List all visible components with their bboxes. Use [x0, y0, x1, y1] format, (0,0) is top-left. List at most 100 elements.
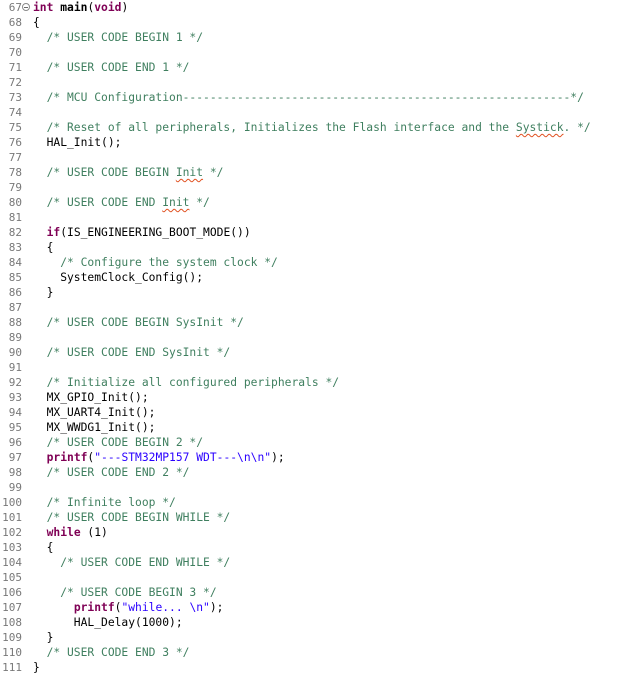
comment-token: /* USER CODE BEGIN WHILE */ [33, 511, 231, 524]
line-number: 83 [8, 241, 22, 254]
code-token: main [60, 1, 88, 14]
code-text: /* MCU Configuration--------------------… [33, 90, 584, 105]
code-line[interactable]: 100 /* Infinite loop */ [0, 495, 628, 510]
comment-token: */ [189, 196, 210, 209]
code-token: MX_GPIO_Init(); [33, 391, 149, 404]
code-line[interactable]: 98 /* USER CODE END 2 */ [0, 465, 628, 480]
spelling-error-token: Systick [515, 121, 564, 134]
code-text: /* USER CODE BEGIN SysInit */ [33, 315, 244, 330]
code-text: /* USER CODE END 1 */ [33, 60, 190, 75]
code-line[interactable]: 78 /* USER CODE BEGIN Init */ [0, 165, 628, 180]
code-line[interactable]: 80 /* USER CODE END Init */ [0, 195, 628, 210]
line-number: 98 [8, 466, 22, 479]
line-number: 89 [8, 331, 22, 344]
code-line[interactable]: 106 /* USER CODE BEGIN 3 */ [0, 585, 628, 600]
code-text: HAL_Delay(1000); [33, 615, 183, 630]
code-line[interactable]: 89 [0, 330, 628, 345]
line-number: 79 [8, 181, 22, 194]
line-number: 97 [8, 451, 22, 464]
keyword-token: printf [73, 601, 115, 614]
code-line[interactable]: 88 /* USER CODE BEGIN SysInit */ [0, 315, 628, 330]
line-number: 95 [8, 421, 22, 434]
code-line[interactable]: 69 /* USER CODE BEGIN 1 */ [0, 30, 628, 45]
line-number: 69 [8, 31, 22, 44]
code-line[interactable]: 84 /* Configure the system clock */ [0, 255, 628, 270]
comment-token: /* USER CODE BEGIN 3 */ [33, 586, 217, 599]
code-text: HAL_Init(); [33, 135, 122, 150]
code-line[interactable]: 76 HAL_Init(); [0, 135, 628, 150]
code-line[interactable]: 74 [0, 105, 628, 120]
code-line[interactable]: 93 MX_GPIO_Init(); [0, 390, 628, 405]
line-number: 92 [8, 376, 22, 389]
line-number: 90 [8, 346, 22, 359]
code-editor[interactable]: 67 int main(void) 68 {69 /* USER CODE BEGIN… [0, 0, 628, 678]
code-line[interactable]: 71 /* USER CODE END 1 */ [0, 60, 628, 75]
code-line[interactable]: 101 /* USER CODE BEGIN WHILE */ [0, 510, 628, 525]
code-line[interactable]: 68 { [0, 15, 628, 30]
code-line[interactable]: 83 { [0, 240, 628, 255]
code-line[interactable]: 109 } [0, 630, 628, 645]
line-number: 74 [8, 106, 22, 119]
code-line[interactable]: 72 [0, 75, 628, 90]
comment-token: /* USER CODE BEGIN 1 */ [33, 31, 204, 44]
code-line[interactable]: 75 /* Reset of all peripherals, Initiali… [0, 120, 628, 135]
code-token: { [33, 241, 54, 254]
line-number: 71 [8, 61, 22, 74]
line-number: 101 [2, 511, 22, 524]
code-line[interactable]: 108 HAL_Delay(1000); [0, 615, 628, 630]
code-line[interactable]: 81 [0, 210, 628, 225]
line-number: 88 [8, 316, 22, 329]
line-number: 110 [2, 646, 22, 659]
comment-token: /* USER CODE BEGIN SysInit */ [33, 316, 244, 329]
code-line[interactable]: 92 /* Initialize all configured peripher… [0, 375, 628, 390]
code-line[interactable]: 90 /* USER CODE END SysInit */ [0, 345, 628, 360]
line-number: 68 [8, 16, 22, 29]
code-text: MX_GPIO_Init(); [33, 390, 149, 405]
code-line[interactable]: 96 /* USER CODE BEGIN 2 */ [0, 435, 628, 450]
code-line[interactable]: 91 [0, 360, 628, 375]
comment-token: */ [203, 166, 224, 179]
code-line[interactable]: 103 { [0, 540, 628, 555]
code-line[interactable]: 70 [0, 45, 628, 60]
code-line[interactable]: 85 SystemClock_Config(); [0, 270, 628, 285]
code-line[interactable]: 105 [0, 570, 628, 585]
code-line[interactable]: 107 printf("while... \n"); [0, 600, 628, 615]
line-number: 72 [8, 76, 22, 89]
code-text: } [33, 285, 54, 300]
code-text: /* USER CODE END WHILE */ [33, 555, 230, 570]
code-text: /* USER CODE BEGIN 1 */ [33, 30, 203, 45]
code-line[interactable]: 111} [0, 660, 628, 675]
comment-token: /* USER CODE BEGIN [33, 166, 176, 179]
line-number: 94 [8, 406, 22, 419]
line-number: 81 [8, 211, 22, 224]
code-line[interactable]: 82 if(IS_ENGINEERING_BOOT_MODE()) [0, 225, 628, 240]
code-text: SystemClock_Config(); [33, 270, 203, 285]
comment-token: /* USER CODE BEGIN 2 */ [33, 436, 204, 449]
code-line[interactable]: 73 /* MCU Configuration-----------------… [0, 90, 628, 105]
code-line[interactable]: 67 int main(void) [0, 0, 628, 15]
code-line[interactable]: 77 [0, 150, 628, 165]
code-text: { [33, 240, 54, 255]
code-line[interactable]: 86 } [0, 285, 628, 300]
code-line[interactable]: 97 printf("---STM32MP157 WDT---\n\n"); [0, 450, 628, 465]
code-line[interactable]: 94 MX_UART4_Init(); [0, 405, 628, 420]
string-token: "---STM32MP157 WDT---\n\n" [94, 451, 272, 464]
code-line[interactable]: 104 /* USER CODE END WHILE */ [0, 555, 628, 570]
code-text: /* USER CODE END 3 */ [33, 645, 190, 660]
code-line[interactable]: 99 [0, 480, 628, 495]
code-line[interactable]: 87 [0, 300, 628, 315]
code-token: HAL_Delay(1000); [33, 616, 183, 629]
code-text: while (1) [33, 525, 108, 540]
code-line[interactable]: 110 /* USER CODE END 3 */ [0, 645, 628, 660]
fold-collapse-icon[interactable] [22, 3, 30, 11]
keyword-token: printf [46, 451, 88, 464]
code-line[interactable]: 102 while (1) [0, 525, 628, 540]
code-token: HAL_Init(); [33, 136, 122, 149]
code-line[interactable]: 95 MX_WWDG1_Init(); [0, 420, 628, 435]
line-number: 96 [8, 436, 22, 449]
code-token: (1) [80, 526, 108, 539]
code-line[interactable]: 79 [0, 180, 628, 195]
line-number: 93 [8, 391, 22, 404]
